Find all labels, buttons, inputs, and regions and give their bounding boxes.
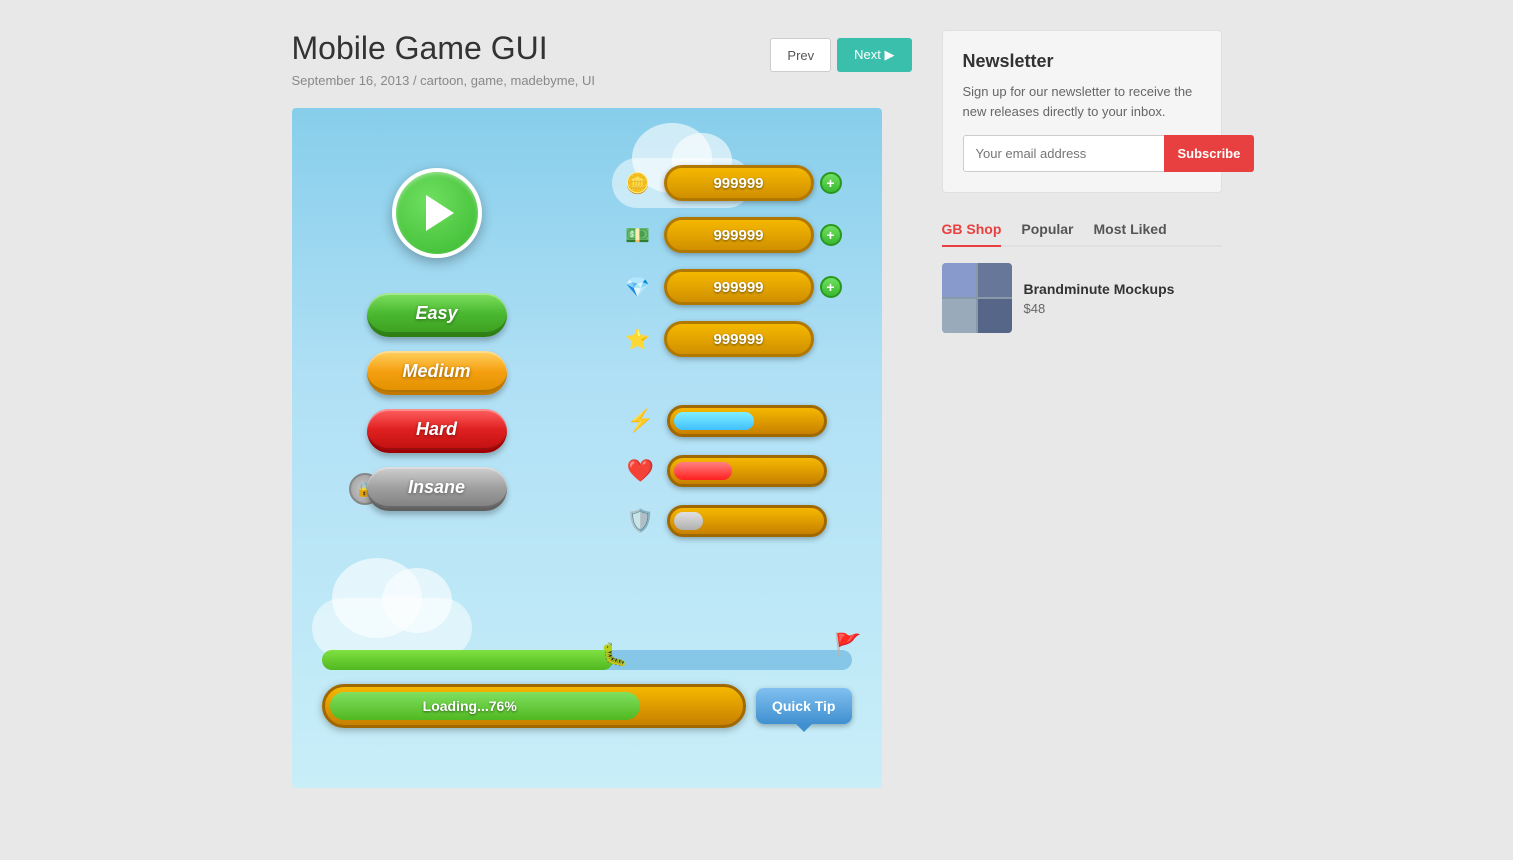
gem-value: 999999 xyxy=(677,279,801,296)
shield-icon: 🛡️ xyxy=(623,503,659,539)
star-icon: ⭐ xyxy=(618,319,658,359)
worm-track: 🐛 🚩 xyxy=(322,650,852,670)
cash-value: 999999 xyxy=(677,227,801,244)
newsletter-widget: Newsletter Sign up for our newsletter to… xyxy=(942,30,1222,193)
finish-flag: 🚩 xyxy=(834,632,861,658)
post-title: Mobile Game GUI xyxy=(292,30,596,67)
stat-health: ❤️ xyxy=(623,453,827,489)
product-thumbnail[interactable] xyxy=(942,263,1012,333)
post-header: Mobile Game GUI September 16, 2013 / car… xyxy=(292,30,912,88)
stat-shield: 🛡️ xyxy=(623,503,827,539)
loading-text: Loading...76% xyxy=(423,698,547,714)
cash-icon: 💵 xyxy=(618,215,658,255)
email-input[interactable] xyxy=(963,135,1164,172)
shield-fill xyxy=(674,512,703,530)
worm-progress-fill: 🐛 xyxy=(322,650,614,670)
newsletter-description: Sign up for our newsletter to receive th… xyxy=(963,82,1201,121)
subscribe-button[interactable]: Subscribe xyxy=(1164,135,1255,172)
medium-button[interactable]: Medium xyxy=(367,351,507,395)
cash-bar: 999999 xyxy=(664,217,814,253)
tab-most-liked[interactable]: Most Liked xyxy=(1094,213,1167,247)
easy-button[interactable]: Easy xyxy=(367,293,507,337)
energy-fill xyxy=(674,412,754,430)
page-wrapper: Mobile Game GUI September 16, 2013 / car… xyxy=(0,0,1513,818)
sidebar: Newsletter Sign up for our newsletter to… xyxy=(942,30,1222,788)
post-meta: September 16, 2013 / cartoon, game, made… xyxy=(292,73,596,88)
star-value: 999999 xyxy=(677,331,801,348)
sidebar-tabs: GB Shop Popular Most Liked xyxy=(942,213,1222,247)
nav-buttons: Prev Next ▶ xyxy=(770,38,911,72)
health-bar xyxy=(667,455,827,487)
resource-coins: 🪙 999999 + xyxy=(618,163,842,203)
thumb-cell-4 xyxy=(978,299,1012,333)
product-card: Brandminute Mockups $48 xyxy=(942,263,1222,333)
hard-button[interactable]: Hard xyxy=(367,409,507,453)
thumb-cell-3 xyxy=(942,299,976,333)
newsletter-form: Subscribe xyxy=(963,135,1201,172)
energy-icon: ⚡ xyxy=(623,403,659,439)
post-tags: cartoon, game, madebyme, UI xyxy=(420,73,595,88)
coin-value: 999999 xyxy=(677,175,801,192)
play-icon xyxy=(426,195,454,231)
quick-tip-button[interactable]: Quick Tip xyxy=(756,688,852,724)
post-date: September 16, 2013 xyxy=(292,73,410,88)
resource-cash: 💵 999999 + xyxy=(618,215,842,255)
shield-bar xyxy=(667,505,827,537)
sidebar-tabs-section: GB Shop Popular Most Liked Brandminute M… xyxy=(942,213,1222,333)
resource-stars: ⭐ 999999 xyxy=(618,319,842,359)
cash-add-button[interactable]: + xyxy=(820,224,842,246)
product-name[interactable]: Brandminute Mockups xyxy=(1024,281,1222,297)
tab-popular[interactable]: Popular xyxy=(1021,213,1073,247)
prev-button[interactable]: Prev xyxy=(770,38,831,72)
tab-gb-shop[interactable]: GB Shop xyxy=(942,213,1002,247)
main-content: Mobile Game GUI September 16, 2013 / car… xyxy=(292,30,912,788)
resource-counters: 🪙 999999 + 💵 999999 + 💎 999999 xyxy=(618,163,842,359)
insane-button-wrapper: 🔒 Insane xyxy=(367,467,507,511)
difficulty-buttons: Easy Medium Hard 🔒 Insane xyxy=(367,293,507,511)
play-button[interactable] xyxy=(392,168,482,258)
health-icon: ❤️ xyxy=(623,453,659,489)
stat-energy: ⚡ xyxy=(623,403,827,439)
health-fill xyxy=(674,462,732,480)
loading-fill: Loading...76% xyxy=(330,692,640,720)
gem-icon: 💎 xyxy=(618,267,658,307)
next-button[interactable]: Next ▶ xyxy=(837,38,911,72)
insane-button[interactable]: Insane xyxy=(367,467,507,511)
loading-bar: Loading...76% xyxy=(322,684,746,728)
worm-character: 🐛 xyxy=(601,642,628,668)
resource-gems: 💎 999999 + xyxy=(618,267,842,307)
loading-area: Loading...76% Quick Tip xyxy=(322,684,852,728)
cloud-decoration-2 xyxy=(312,598,472,658)
coin-add-button[interactable]: + xyxy=(820,172,842,194)
coin-bar: 999999 xyxy=(664,165,814,201)
product-info: Brandminute Mockups $48 xyxy=(1024,281,1222,316)
energy-bar xyxy=(667,405,827,437)
bottom-section: 🐛 🚩 Loading...76% Quick Tip xyxy=(322,650,852,728)
gem-add-button[interactable]: + xyxy=(820,276,842,298)
product-price: $48 xyxy=(1024,301,1222,316)
gem-bar: 999999 xyxy=(664,269,814,305)
stat-bars: ⚡ ❤️ 🛡️ xyxy=(623,403,827,539)
post-title-area: Mobile Game GUI September 16, 2013 / car… xyxy=(292,30,596,88)
newsletter-title: Newsletter xyxy=(963,51,1201,72)
star-bar: 999999 xyxy=(664,321,814,357)
thumb-cell-2 xyxy=(978,263,1012,297)
game-screenshot: Easy Medium Hard 🔒 Insane 🪙 999999 + xyxy=(292,108,882,788)
thumb-cell-1 xyxy=(942,263,976,297)
coin-icon: 🪙 xyxy=(618,163,658,203)
